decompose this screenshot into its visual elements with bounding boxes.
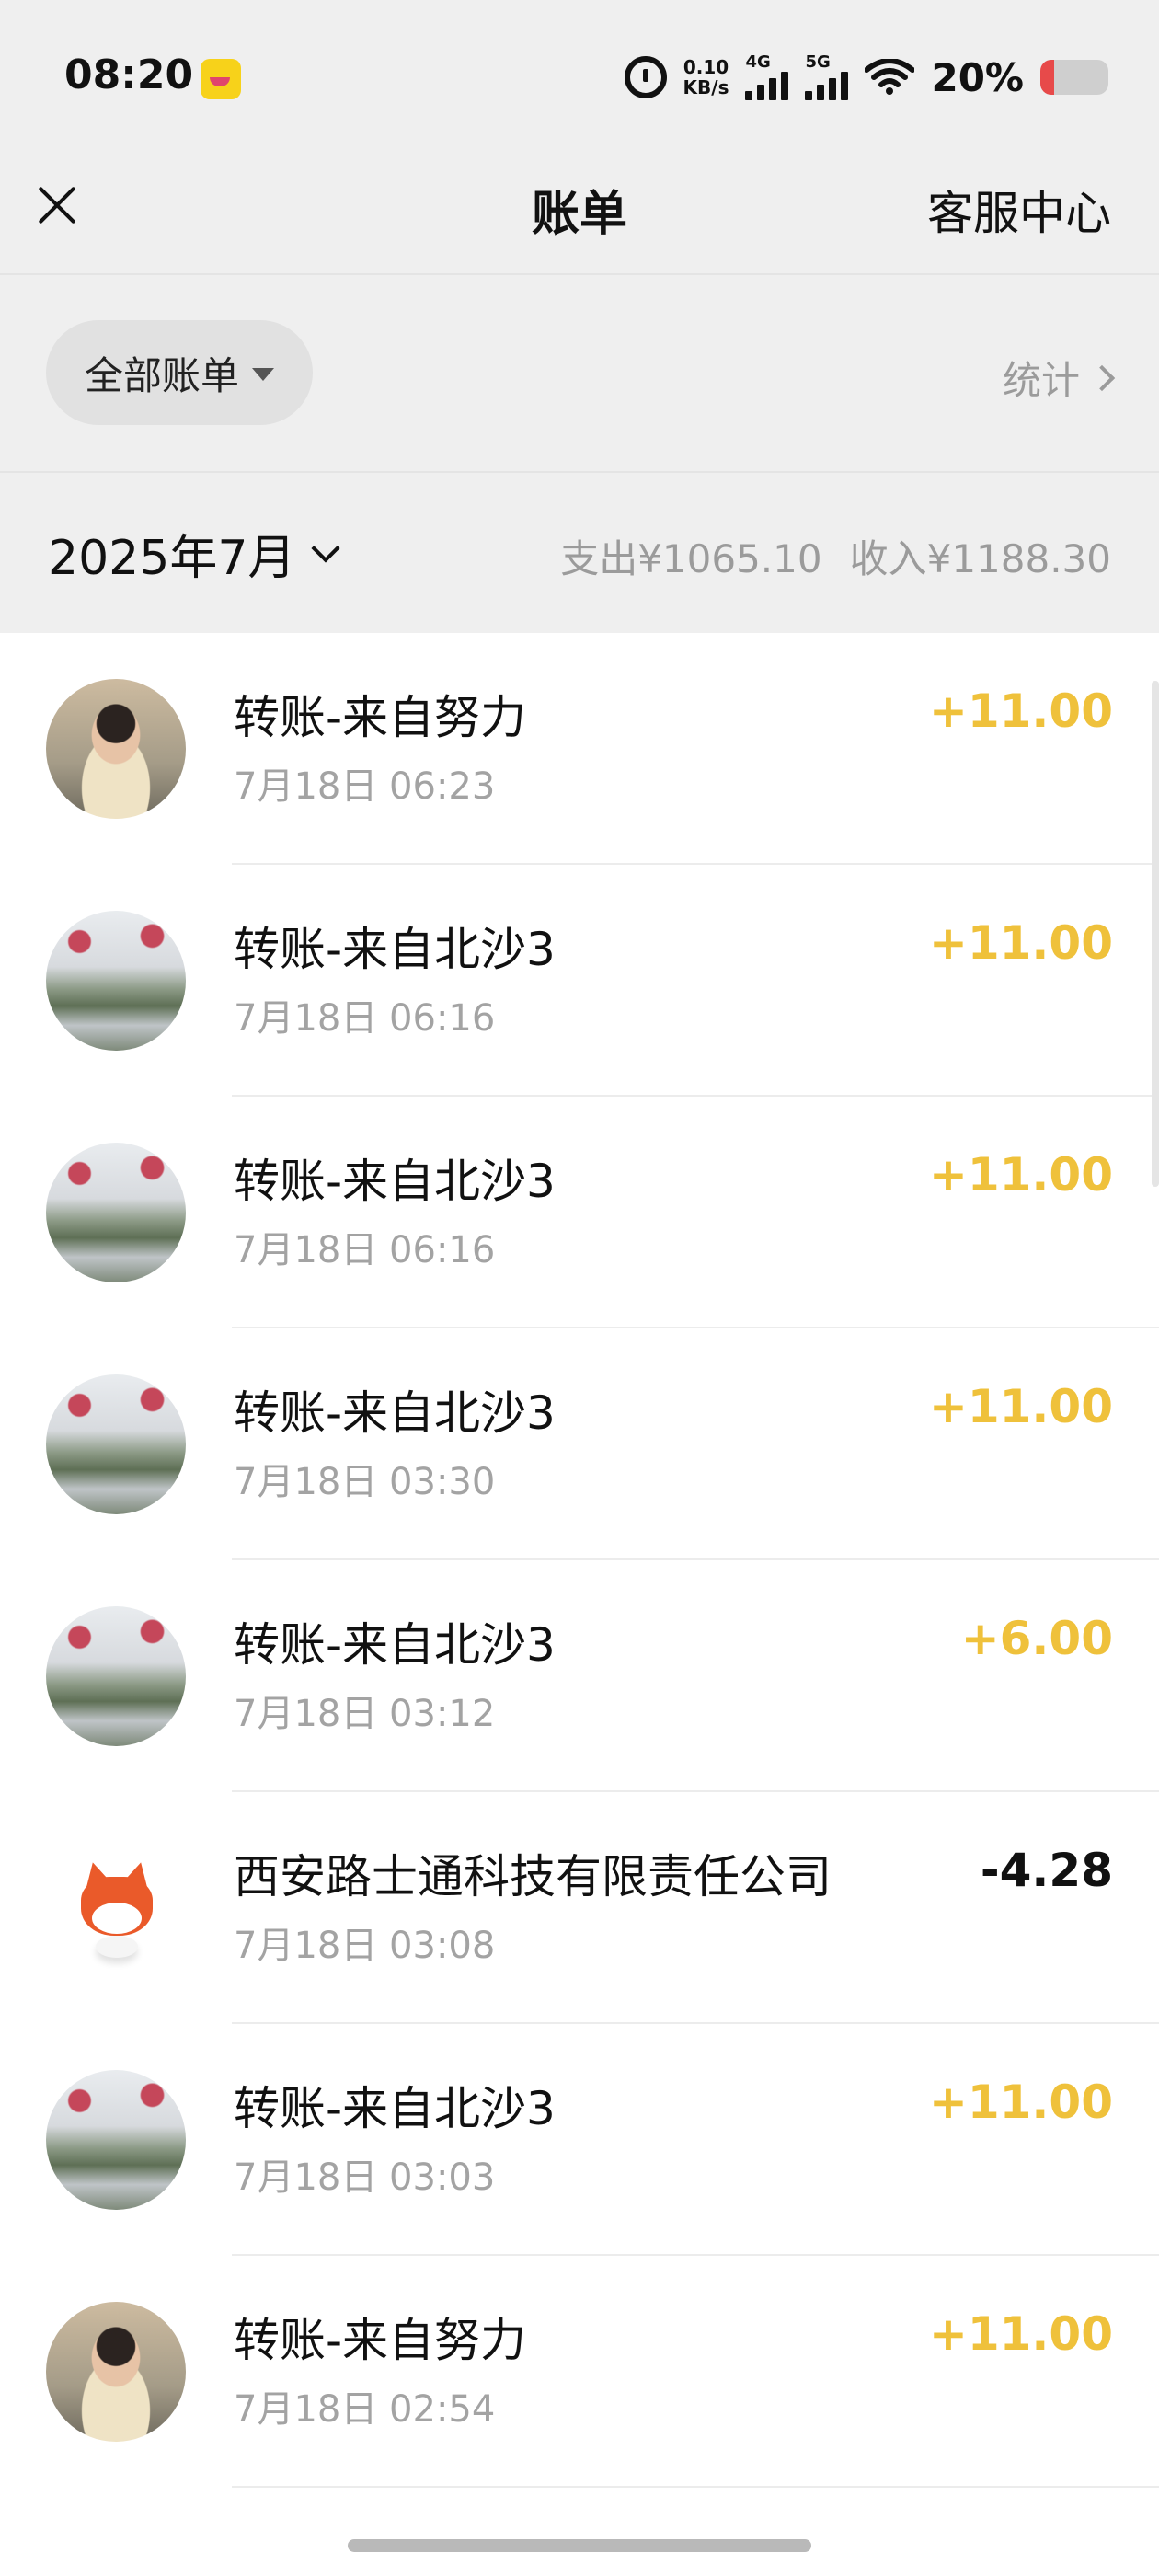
transaction-amount: +11.00 bbox=[928, 2307, 1113, 2361]
transaction-time: 7月18日 06:16 bbox=[234, 1229, 496, 1271]
signal-4g: 4G bbox=[745, 52, 789, 100]
app-notification-icon bbox=[201, 59, 241, 99]
transaction-title: 转账-来自努力 bbox=[234, 691, 527, 744]
transaction-amount: +6.00 bbox=[960, 1612, 1113, 1665]
transaction-list[interactable]: 7月18日 06:32转账-来自努力7月18日 06:23+11.00转账-来自… bbox=[0, 401, 1159, 2488]
nav-header: 账单 客服中心 bbox=[0, 156, 1159, 276]
transaction-title: 转账-来自北沙3 bbox=[234, 1386, 556, 1440]
transaction-amount: +11.00 bbox=[928, 684, 1113, 738]
statistics-link[interactable]: 统计 bbox=[1002, 350, 1116, 406]
bill-type-label: 全部账单 bbox=[84, 352, 239, 398]
transaction-time: 7月18日 06:23 bbox=[234, 765, 496, 808]
chevron-down-icon bbox=[311, 533, 340, 563]
transaction-title: 转账-来自北沙3 bbox=[234, 2082, 556, 2135]
network-4g-label: 4G bbox=[745, 52, 771, 72]
home-indicator[interactable] bbox=[348, 2539, 811, 2552]
transaction-title: 西安路士通科技有限责任公司 bbox=[234, 1850, 832, 1903]
transaction-time: 7月18日 03:30 bbox=[234, 1461, 496, 1503]
month-picker[interactable]: 2025年7月 bbox=[48, 519, 340, 588]
avatar bbox=[46, 2302, 186, 2442]
avatar bbox=[46, 679, 186, 819]
avatar bbox=[46, 1606, 186, 1746]
transaction-title: 转账-来自北沙3 bbox=[234, 1155, 556, 1208]
transaction-title: 转账-来自北沙3 bbox=[234, 923, 556, 976]
net-speed-value: 0.10 bbox=[683, 56, 729, 78]
transaction-row[interactable]: 转账-来自努力 7月18日 02:54 +11.00 bbox=[0, 2256, 1159, 2488]
scrollbar-thumb[interactable] bbox=[1152, 681, 1159, 1187]
caret-down-icon bbox=[252, 368, 274, 381]
status-time: 08:20 bbox=[64, 52, 194, 98]
avatar bbox=[46, 1838, 186, 1978]
expense-total: 支出¥1065.10 bbox=[560, 536, 822, 581]
transaction-time: 7月18日 03:12 bbox=[234, 1693, 496, 1735]
income-total: 收入¥1188.30 bbox=[849, 536, 1111, 581]
signal-5g: 5G bbox=[805, 52, 849, 100]
statistics-label: 统计 bbox=[1002, 358, 1080, 403]
transaction-time: 7月18日 02:54 bbox=[234, 2388, 496, 2431]
status-bar: 08:20 0.10 KB/s 4G 5G 20% bbox=[0, 0, 1159, 156]
month-label: 2025年7月 bbox=[48, 531, 296, 586]
transaction-time: 7月18日 03:08 bbox=[234, 1925, 496, 1967]
transaction-amount: +11.00 bbox=[928, 2076, 1113, 2129]
transaction-row[interactable]: 转账-来自努力 7月18日 06:23 +11.00 bbox=[0, 633, 1159, 865]
transaction-amount: +11.00 bbox=[928, 916, 1113, 970]
transaction-row[interactable]: 转账-来自北沙3 7月18日 03:30 +11.00 bbox=[0, 1328, 1159, 1560]
avatar bbox=[46, 1143, 186, 1282]
row-divider bbox=[232, 2486, 1159, 2488]
transaction-row[interactable]: 转账-来自北沙3 7月18日 03:12 +6.00 bbox=[0, 1560, 1159, 1792]
transaction-title: 转账-来自努力 bbox=[234, 2314, 527, 2367]
transaction-amount: -4.28 bbox=[980, 1844, 1113, 1897]
transaction-time: 7月18日 03:03 bbox=[234, 2156, 496, 2199]
battery-percent: 20% bbox=[931, 54, 1024, 100]
signal-icon bbox=[805, 71, 849, 100]
month-summary: 支出¥1065.10 收入¥1188.30 bbox=[560, 528, 1111, 584]
header-divider bbox=[0, 273, 1159, 275]
transaction-time: 7月18日 06:16 bbox=[234, 997, 496, 1040]
avatar bbox=[46, 911, 186, 1051]
transaction-row[interactable]: 转账-来自北沙3 7月18日 06:16 +11.00 bbox=[0, 1097, 1159, 1328]
top-panel: 08:20 0.10 KB/s 4G 5G 20% 账单 客服中心 全部账单 统… bbox=[0, 0, 1159, 633]
signal-icon bbox=[745, 71, 789, 100]
transaction-amount: +11.00 bbox=[928, 1380, 1113, 1433]
customer-service-link[interactable]: 客服中心 bbox=[927, 177, 1111, 243]
transaction-row[interactable]: 转账-来自北沙3 7月18日 06:16 +11.00 bbox=[0, 865, 1159, 1097]
wifi-icon bbox=[864, 58, 916, 96]
bill-screen: 7月18日 06:32转账-来自努力7月18日 06:23+11.00转账-来自… bbox=[0, 0, 1159, 2576]
avatar bbox=[46, 1374, 186, 1514]
chevron-right-icon bbox=[1088, 364, 1116, 391]
avatar bbox=[46, 2070, 186, 2210]
net-speed-unit: KB/s bbox=[683, 76, 729, 98]
transaction-row[interactable]: 西安路士通科技有限责任公司 7月18日 03:08 -4.28 bbox=[0, 1792, 1159, 2024]
filter-bar: 全部账单 统计 bbox=[0, 276, 1159, 469]
transaction-amount: +11.00 bbox=[928, 1148, 1113, 1202]
alarm-icon bbox=[624, 56, 667, 98]
transaction-row[interactable]: 转账-来自北沙3 7月18日 03:03 +11.00 bbox=[0, 2024, 1159, 2256]
status-icons: 0.10 KB/s 4G 5G 20% bbox=[624, 52, 1108, 103]
bill-type-dropdown[interactable]: 全部账单 bbox=[46, 320, 313, 425]
net-speed: 0.10 KB/s bbox=[683, 57, 729, 98]
network-5g-label: 5G bbox=[805, 52, 831, 72]
transaction-title: 转账-来自北沙3 bbox=[234, 1618, 556, 1672]
battery-icon bbox=[1040, 60, 1108, 95]
month-bar: 2025年7月 支出¥1065.10 收入¥1188.30 bbox=[0, 473, 1159, 633]
